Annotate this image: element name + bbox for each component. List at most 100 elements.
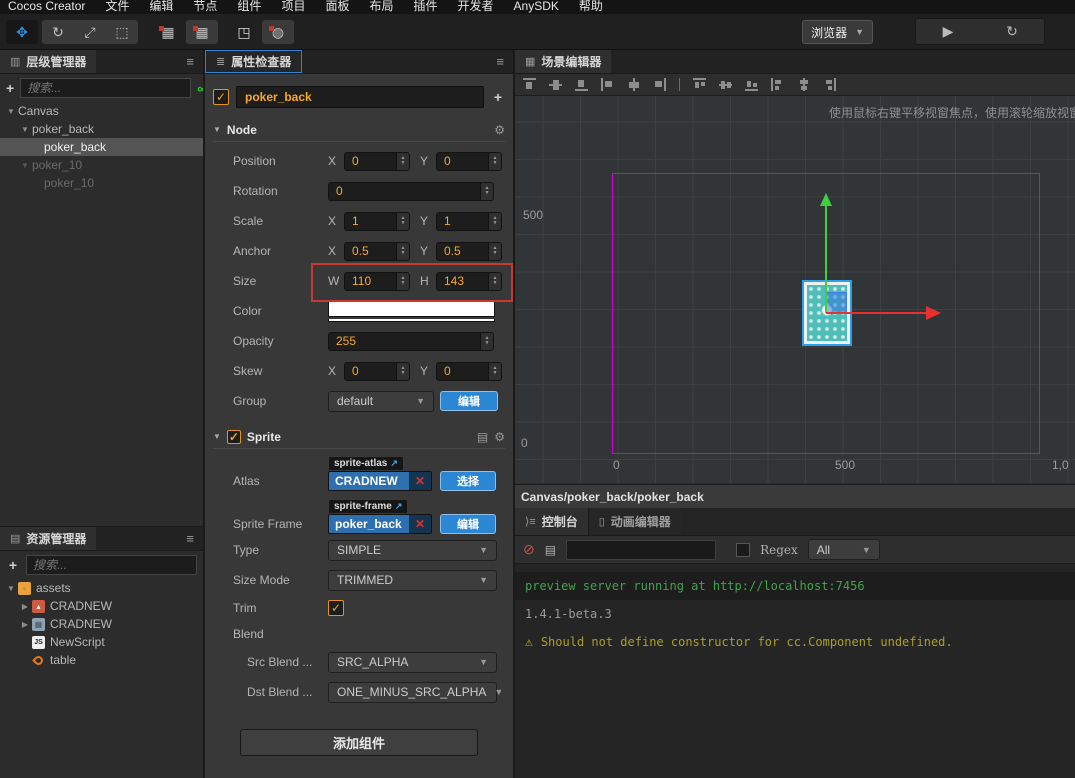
menu-anysdk[interactable]: AnySDK bbox=[504, 0, 569, 13]
distribute-hcenter-icon[interactable] bbox=[797, 78, 810, 91]
skew-x-field[interactable]: 0 bbox=[344, 362, 396, 381]
gear-icon[interactable]: ⚙ bbox=[494, 123, 505, 137]
open-log-file-icon[interactable]: ▤ bbox=[545, 543, 556, 557]
chevron-down-icon[interactable]: ▼ bbox=[20, 125, 30, 134]
color-swatch[interactable] bbox=[328, 301, 495, 317]
atlas-select-button[interactable]: 选择 bbox=[440, 471, 496, 491]
chevron-down-icon[interactable]: ▼ bbox=[6, 584, 16, 593]
clear-console-icon[interactable]: ⊘ bbox=[523, 541, 535, 558]
scale-tool-icon[interactable]: ⤢ bbox=[74, 20, 106, 44]
console-filter-input[interactable] bbox=[566, 540, 716, 560]
tab-assets[interactable]: ▤ 资源管理器 bbox=[0, 527, 96, 550]
anchor-gizmo-overlay[interactable] bbox=[826, 292, 847, 313]
tree-node-poker-back[interactable]: ▼ poker_back bbox=[0, 120, 203, 138]
color-picker[interactable] bbox=[328, 301, 495, 322]
distribute-vcenter-icon[interactable] bbox=[719, 78, 732, 91]
chevron-down-icon[interactable]: ▼ bbox=[20, 161, 30, 170]
tab-console[interactable]: ⟩≡ 控制台 bbox=[515, 508, 588, 535]
menu-component[interactable]: 组件 bbox=[227, 0, 271, 13]
node-section-header[interactable]: ▼ Node ⚙ bbox=[213, 122, 505, 142]
stepper-icon[interactable]: ▲▼ bbox=[488, 242, 502, 261]
stepper-icon[interactable]: ▲▼ bbox=[396, 212, 410, 231]
sprite-frame-ref-chip[interactable]: poker_back ✕ bbox=[328, 514, 432, 534]
vertical-splitter[interactable] bbox=[513, 50, 515, 778]
scale-x-field[interactable]: 1 bbox=[344, 212, 396, 231]
rect-tool-icon[interactable]: ⬚ bbox=[106, 20, 138, 44]
log-line[interactable]: ⚠Should not define constructor for cc.Co… bbox=[515, 628, 1075, 656]
gear-icon[interactable]: ⚙ bbox=[494, 430, 505, 444]
stepper-icon[interactable]: ▲▼ bbox=[480, 332, 494, 351]
size-mode-dropdown[interactable]: TRIMMED ▼ bbox=[328, 570, 497, 591]
align-bottom-icon[interactable] bbox=[575, 78, 588, 91]
sprite-frame-edit-button[interactable]: 编辑 bbox=[440, 514, 496, 534]
clear-icon[interactable]: ✕ bbox=[409, 472, 431, 490]
tree-node-poker-10-child[interactable]: poker_10 bbox=[0, 174, 203, 192]
distribute-right-icon[interactable] bbox=[823, 78, 836, 91]
size-w-field[interactable]: 110 bbox=[344, 272, 396, 291]
asset-row-cradnew-image[interactable]: ▶ ▴ CRADNEW bbox=[0, 597, 203, 615]
hierarchy-search-input[interactable] bbox=[20, 78, 191, 98]
align-hcenter-icon[interactable] bbox=[627, 78, 640, 91]
pivot-mode-icon[interactable]: ▦ bbox=[152, 20, 184, 44]
tab-inspector[interactable]: ≣ 属性检查器 bbox=[205, 50, 302, 73]
anchor-y-field[interactable]: 0.5 bbox=[436, 242, 488, 261]
panel-menu-icon[interactable]: ≡ bbox=[177, 531, 203, 546]
copy-component-icon[interactable]: ▤ bbox=[477, 430, 488, 444]
scene-viewport[interactable]: 使用鼠标右键平移视窗焦点，使用滚轮缩放视窗 500 0 0 500 1,0 bbox=[515, 96, 1075, 483]
horizontal-splitter[interactable] bbox=[0, 526, 203, 527]
menu-edit[interactable]: 编辑 bbox=[139, 0, 183, 13]
add-button[interactable]: + bbox=[491, 89, 505, 105]
position-x-field[interactable]: 0 bbox=[344, 152, 396, 171]
stepper-icon[interactable]: ▲▼ bbox=[396, 272, 410, 291]
align-left-icon[interactable] bbox=[601, 78, 614, 91]
opacity-field[interactable]: 255 bbox=[328, 332, 480, 351]
chevron-right-icon[interactable]: ▶ bbox=[20, 602, 30, 611]
skew-y-field[interactable]: 0 bbox=[436, 362, 488, 381]
stepper-icon[interactable]: ▲▼ bbox=[396, 152, 410, 171]
vertical-splitter[interactable] bbox=[203, 50, 205, 778]
type-dropdown[interactable]: SIMPLE ▼ bbox=[328, 540, 497, 561]
trim-checkbox[interactable]: ✓ bbox=[328, 600, 344, 616]
align-right-icon[interactable] bbox=[653, 78, 666, 91]
distribute-top-icon[interactable] bbox=[693, 78, 706, 91]
stepper-icon[interactable]: ▲▼ bbox=[396, 362, 410, 381]
chevron-down-icon[interactable]: ▼ bbox=[6, 107, 16, 116]
local-coords-icon[interactable]: ◳ bbox=[228, 20, 260, 44]
menu-node[interactable]: 节点 bbox=[183, 0, 227, 13]
clear-icon[interactable]: ✕ bbox=[409, 515, 431, 533]
add-component-button[interactable]: 添加组件 bbox=[240, 729, 478, 756]
sprite-section-header[interactable]: ▼ ✓ Sprite ▤ ⚙ bbox=[213, 429, 505, 449]
tree-node-poker-10[interactable]: ▼ poker_10 bbox=[0, 156, 203, 174]
chevron-right-icon[interactable]: ▶ bbox=[20, 620, 30, 629]
node-active-checkbox[interactable]: ✓ bbox=[213, 89, 229, 105]
assets-search-input[interactable] bbox=[26, 555, 197, 575]
asset-row-newscript[interactable]: JS NewScript bbox=[0, 633, 203, 651]
menu-plugin[interactable]: 插件 bbox=[403, 0, 447, 13]
y-axis-gizmo[interactable] bbox=[825, 205, 827, 313]
anchor-x-field[interactable]: 0.5 bbox=[344, 242, 396, 261]
src-blend-dropdown[interactable]: SRC_ALPHA ▼ bbox=[328, 652, 497, 673]
menu-help[interactable]: 帮助 bbox=[569, 0, 613, 13]
tab-animation-editor[interactable]: ▯ 动画编辑器 bbox=[588, 508, 681, 535]
asset-row-table[interactable]: table bbox=[0, 651, 203, 669]
anchor-mode-icon[interactable]: ▦ bbox=[186, 20, 218, 44]
stepper-icon[interactable]: ▲▼ bbox=[488, 362, 502, 381]
tab-scene[interactable]: ▦ 场景编辑器 bbox=[515, 50, 611, 73]
tree-node-canvas[interactable]: ▼ Canvas bbox=[0, 102, 203, 120]
stepper-icon[interactable]: ▲▼ bbox=[488, 152, 502, 171]
preview-target-dropdown[interactable]: 浏览器 ▼ bbox=[802, 20, 873, 44]
log-level-dropdown[interactable]: All ▼ bbox=[808, 539, 880, 560]
tree-node-poker-back-child[interactable]: poker_back bbox=[0, 138, 203, 156]
rotate-tool-icon[interactable]: ↻ bbox=[42, 20, 74, 44]
align-vcenter-icon[interactable] bbox=[549, 78, 562, 91]
world-coords-icon[interactable]: ◍ bbox=[262, 20, 294, 44]
panel-menu-icon[interactable]: ≡ bbox=[177, 54, 203, 69]
node-name-input[interactable] bbox=[236, 86, 484, 108]
menu-panel[interactable]: 面板 bbox=[315, 0, 359, 13]
group-edit-button[interactable]: 编辑 bbox=[440, 391, 498, 411]
align-top-icon[interactable] bbox=[523, 78, 536, 91]
scale-y-field[interactable]: 1 bbox=[436, 212, 488, 231]
add-asset-button[interactable]: + bbox=[6, 557, 20, 573]
distribute-left-icon[interactable] bbox=[771, 78, 784, 91]
stepper-icon[interactable]: ▲▼ bbox=[396, 242, 410, 261]
